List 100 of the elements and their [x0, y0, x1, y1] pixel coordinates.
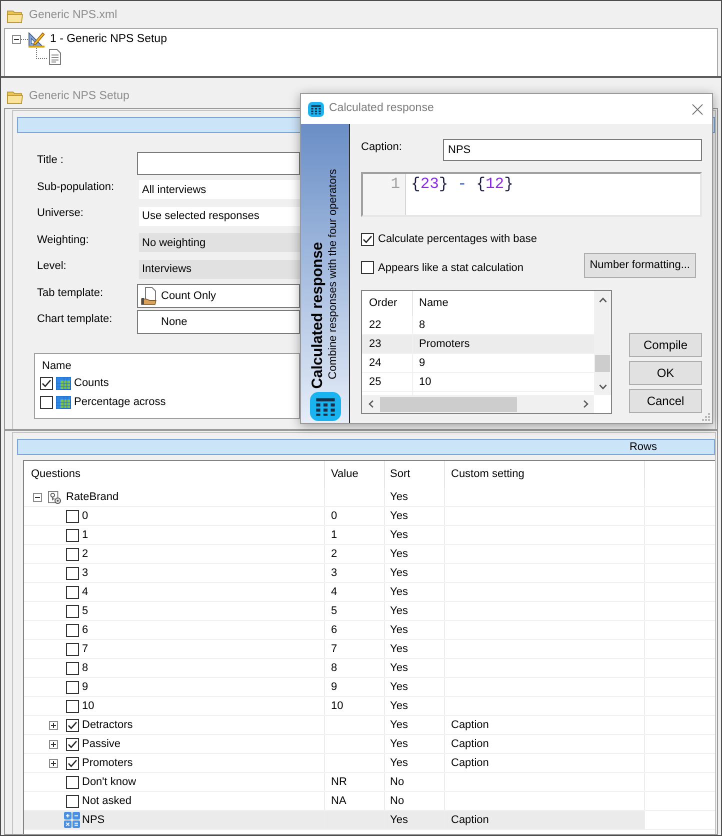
collapse-icon[interactable] [33, 492, 42, 502]
expand-icon[interactable] [49, 720, 58, 730]
field-label: Universe: [37, 206, 84, 221]
column-header[interactable]: Value [331, 466, 358, 483]
table-row[interactable]: Detractors Yes Caption [24, 716, 645, 735]
checkbox[interactable] [66, 738, 79, 750]
table-row[interactable]: 0 0 Yes [24, 507, 645, 526]
option-label[interactable]: Calculate percentages with base [378, 230, 537, 248]
list-item-label[interactable]: Percentage across [74, 394, 166, 410]
checkbox[interactable] [66, 548, 79, 560]
table-cell-text: 10 [331, 698, 344, 714]
table-row[interactable]: 10 10 Yes [24, 697, 645, 716]
scrollbar-thumb[interactable] [595, 355, 610, 372]
dropdown-field[interactable]: All interviews [139, 180, 300, 200]
tree-item-label[interactable]: 1 - Generic NPS Setup [50, 30, 167, 48]
dialog-button[interactable]: OK [629, 361, 702, 385]
resize-grip-icon[interactable] [702, 413, 710, 421]
row-label: Detractors [82, 718, 133, 733]
chevron-down-icon[interactable] [598, 384, 606, 390]
table-row[interactable]: Promoters Yes Caption [24, 754, 645, 773]
table-row[interactable]: 4 4 Yes [24, 583, 645, 602]
dialog-button[interactable]: Cancel [629, 389, 702, 413]
row-label: 10 [82, 698, 94, 714]
table-row[interactable]: RateBrand Yes [24, 488, 645, 507]
table-row[interactable]: Not asked NA No [24, 792, 645, 811]
table-row[interactable]: 9 9 Yes [24, 678, 645, 697]
checkbox[interactable] [66, 700, 79, 712]
column-header[interactable]: Order [369, 295, 398, 312]
table-row[interactable]: 2 2 Yes [24, 545, 645, 564]
list-row[interactable]: 23 Promoters [362, 335, 594, 354]
list-row[interactable]: 24 9 [362, 354, 594, 373]
table-row[interactable]: 7 7 Yes [24, 640, 645, 659]
checkbox[interactable] [66, 680, 79, 694]
checkbox[interactable] [40, 396, 53, 408]
table-cell-text: Caption [451, 812, 489, 828]
checkbox[interactable] [40, 376, 53, 390]
document-gear-icon [48, 490, 61, 504]
table-cell-text: NR [331, 774, 347, 790]
row-label: 8 [82, 660, 88, 676]
chevron-right-icon[interactable] [582, 400, 588, 408]
checkbox[interactable] [66, 510, 79, 522]
expand-icon[interactable] [49, 740, 58, 748]
table-row[interactable]: Passive Yes Caption [24, 735, 645, 754]
table-cell-text: No [390, 794, 404, 809]
row-label: RateBrand [66, 490, 119, 505]
table-row[interactable]: 3 3 Yes [24, 564, 645, 583]
checkbox[interactable] [66, 566, 79, 580]
chevron-left-icon[interactable] [368, 400, 374, 408]
row-label: 6 [82, 622, 88, 638]
row-label: 4 [82, 584, 88, 600]
collapse-icon[interactable] [12, 35, 21, 44]
connector-line [21, 39, 28, 40]
checkbox[interactable] [66, 604, 79, 618]
table-row[interactable]: 1 1 Yes [24, 526, 645, 545]
template-field[interactable]: Count Only [137, 284, 300, 308]
horizontal-scrollbar[interactable] [362, 395, 594, 413]
dialog-button[interactable]: Compile [629, 333, 702, 357]
checkbox[interactable] [66, 642, 79, 656]
checkbox[interactable] [66, 528, 79, 542]
checkbox[interactable] [361, 261, 374, 274]
table-row[interactable]: 6 6 Yes [24, 621, 645, 640]
column-header[interactable]: Name [419, 295, 448, 312]
list-row[interactable]: 25 10 [362, 373, 594, 392]
column-header[interactable]: Sort [390, 466, 410, 483]
table-cell-text: Yes [390, 622, 408, 638]
table-cell-text: Yes [390, 642, 408, 657]
checkbox[interactable] [66, 718, 79, 732]
input-field[interactable] [137, 152, 300, 175]
template-field[interactable]: None [137, 310, 300, 334]
list-item-label[interactable]: Counts [74, 374, 109, 392]
code-editor[interactable]: 1 {23} - {12} [361, 172, 702, 217]
checkbox[interactable] [66, 776, 79, 788]
number-formatting-button[interactable]: Number formatting... [584, 253, 696, 278]
column-header[interactable]: Questions [31, 466, 81, 483]
close-icon[interactable] [692, 104, 703, 114]
caption-input[interactable]: NPS [443, 139, 702, 161]
checkbox[interactable] [361, 232, 374, 246]
list-row[interactable]: 22 8 [362, 316, 594, 335]
checkbox[interactable] [66, 794, 79, 808]
expand-icon[interactable] [49, 758, 58, 768]
table-row[interactable]: NPS Yes Caption [24, 811, 645, 830]
checkbox[interactable] [66, 756, 79, 770]
column-header[interactable]: Custom setting [451, 466, 524, 483]
dropdown-field[interactable]: Use selected responses [139, 206, 300, 226]
row-label: 7 [82, 642, 88, 657]
table-row[interactable]: 8 8 Yes [24, 659, 645, 678]
connector-line [36, 48, 48, 59]
chevron-up-icon[interactable] [598, 296, 606, 302]
vertical-scrollbar[interactable] [594, 291, 611, 395]
checkbox[interactable] [66, 586, 79, 598]
table-row[interactable]: Don't know NR No [24, 773, 645, 792]
table-row[interactable]: 5 5 Yes [24, 602, 645, 621]
table-cell-text: Yes [390, 756, 408, 771]
table-cell-text: 8 [331, 660, 338, 676]
checkbox[interactable] [66, 662, 79, 674]
scrollbar-thumb[interactable] [380, 396, 517, 412]
checkbox[interactable] [66, 624, 79, 636]
option-label[interactable]: Appears like a stat calculation [378, 260, 524, 276]
list-cell-text: Promoters [419, 336, 470, 352]
list-cell-text: 9 [419, 356, 426, 371]
